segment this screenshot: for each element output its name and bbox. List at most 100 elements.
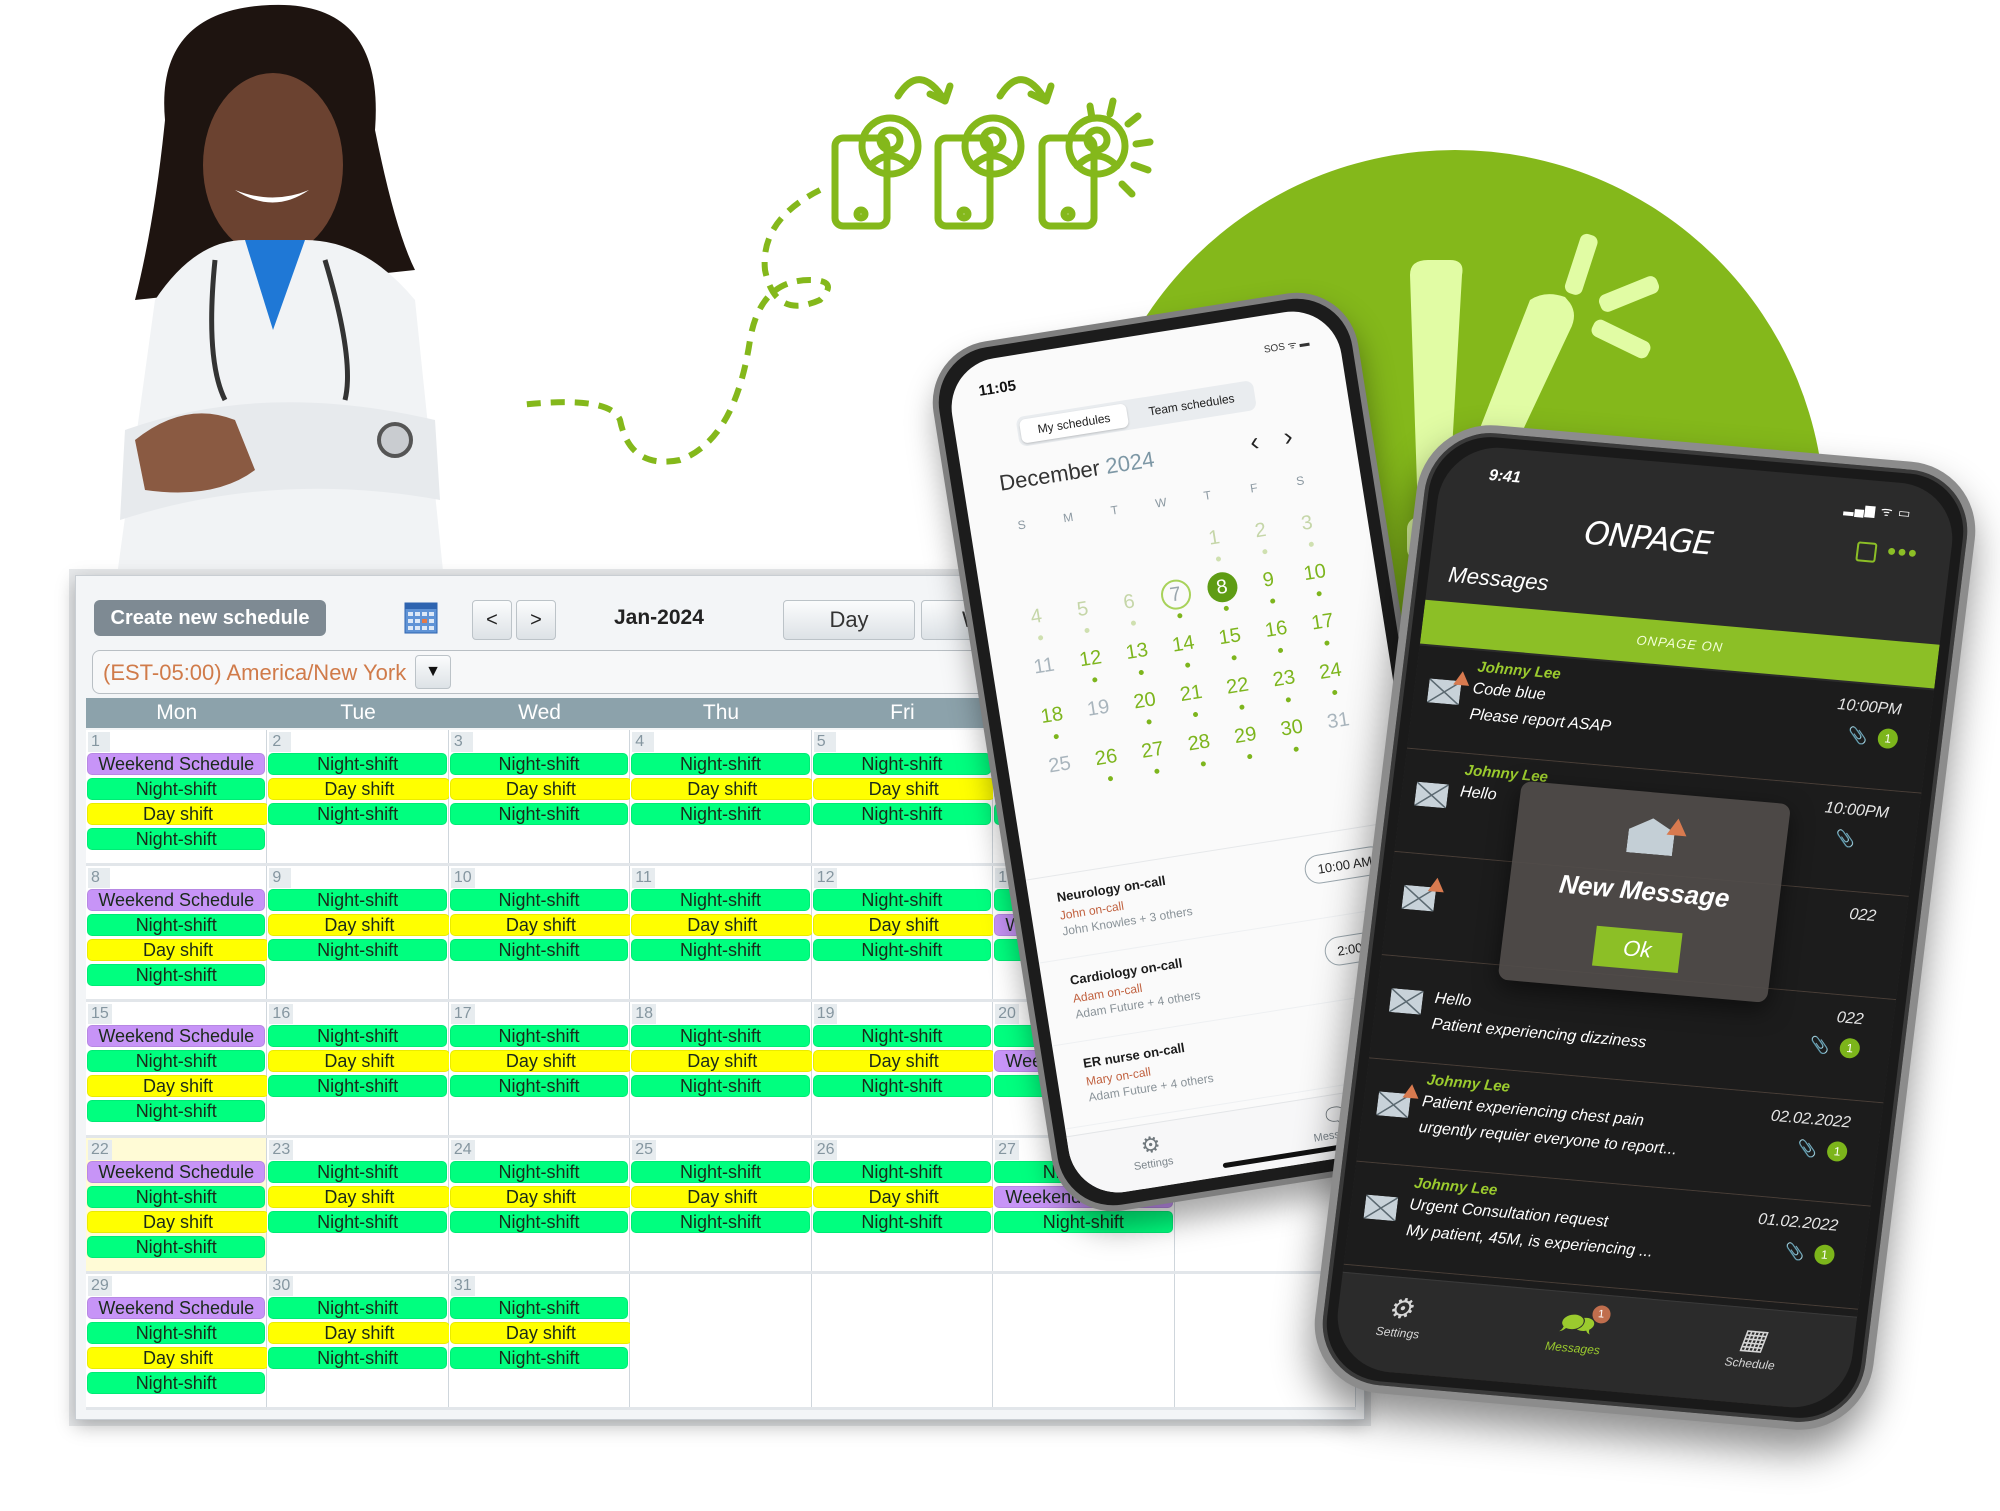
day-cell[interactable]: 23 Night-shift Day shift Night-shift bbox=[267, 1138, 451, 1271]
more-options-icon[interactable]: ••• bbox=[1886, 538, 1920, 569]
day-cell[interactable]: 15 Weekend Schedule Night-shift Day shift Ni… bbox=[86, 1002, 269, 1135]
night-shift-event[interactable]: Night-shift bbox=[87, 1372, 266, 1394]
day-cell[interactable]: 26 Night-shift Day shift Night-shift bbox=[811, 1138, 995, 1271]
night-shift-event[interactable]: Night-shift bbox=[268, 1161, 447, 1183]
day-cell[interactable]: 4 Night-shift Day shift Night-shift bbox=[630, 730, 814, 863]
day-shift-event[interactable]: Day shift bbox=[87, 1211, 269, 1233]
day-cell[interactable]: 11 Night-shift Day shift Night-shift bbox=[630, 866, 814, 999]
day-cell[interactable]: 3 Night-shift Day shift Night-shift bbox=[448, 730, 632, 863]
date-cell[interactable]: 1 bbox=[1188, 518, 1240, 562]
day-shift-event[interactable]: Day shift bbox=[812, 1186, 995, 1208]
tab-schedule[interactable]: ▦ Schedule bbox=[1724, 1321, 1780, 1373]
night-shift-event[interactable]: Night-shift bbox=[631, 889, 810, 911]
night-shift-event[interactable]: Night-shift bbox=[268, 1025, 447, 1047]
night-shift-event[interactable]: Night-shift bbox=[87, 1100, 266, 1122]
day-shift-event[interactable]: Day shift bbox=[268, 914, 451, 936]
day-cell[interactable]: 22 Weekend Schedule Night-shift Day shift Ni… bbox=[86, 1138, 269, 1271]
day-shift-event[interactable]: Day shift bbox=[631, 1050, 814, 1072]
chevron-right-icon[interactable]: › bbox=[1281, 421, 1294, 453]
night-shift-event[interactable]: Night-shift bbox=[87, 778, 266, 800]
day-shift-event[interactable]: Day shift bbox=[812, 778, 995, 800]
day-cell[interactable] bbox=[811, 1274, 994, 1407]
date-cell[interactable]: 23 bbox=[1258, 659, 1310, 703]
date-cell[interactable]: 15 bbox=[1204, 617, 1256, 661]
night-shift-event[interactable]: Night-shift bbox=[87, 1186, 266, 1208]
night-shift-event[interactable]: Night-shift bbox=[631, 803, 810, 825]
day-view-button[interactable]: Day bbox=[783, 600, 915, 640]
day-cell[interactable]: 8 Weekend Schedule Night-shift Day shift Nig… bbox=[86, 866, 269, 999]
day-cell[interactable]: 25 Night-shift Day shift Night-shift bbox=[630, 1138, 814, 1271]
night-shift-event[interactable]: Night-shift bbox=[268, 1297, 447, 1319]
day-cell[interactable] bbox=[993, 1274, 1175, 1407]
date-cell[interactable]: 16 bbox=[1250, 610, 1302, 654]
night-shift-event[interactable]: Night-shift bbox=[812, 889, 992, 911]
night-shift-event[interactable]: Night-shift bbox=[268, 1211, 447, 1233]
night-shift-event[interactable]: Night-shift bbox=[812, 1211, 992, 1233]
weekend-schedule-event[interactable]: Weekend Schedule bbox=[87, 889, 266, 911]
night-shift-event[interactable]: Night-shift bbox=[812, 753, 992, 775]
night-shift-event[interactable]: Night-shift bbox=[812, 803, 992, 825]
date-cell[interactable]: 10 bbox=[1289, 553, 1341, 597]
day-shift-event[interactable]: Day shift bbox=[87, 1075, 269, 1097]
day-shift-event[interactable]: Day shift bbox=[87, 939, 269, 961]
night-shift-event[interactable]: Night-shift bbox=[449, 753, 629, 775]
date-cell[interactable]: 4 bbox=[1011, 597, 1063, 641]
night-shift-event[interactable]: Night-shift bbox=[812, 939, 992, 961]
night-shift-event[interactable]: Night-shift bbox=[87, 828, 266, 850]
day-shift-event[interactable]: Day shift bbox=[268, 1322, 451, 1344]
date-cell[interactable]: 18 bbox=[1026, 696, 1078, 740]
ok-button[interactable]: Ok bbox=[1591, 925, 1683, 973]
day-cell[interactable]: 16 Night-shift Day shift Night-shift bbox=[267, 1002, 451, 1135]
date-cell[interactable]: 28 bbox=[1173, 723, 1225, 767]
day-shift-event[interactable]: Day shift bbox=[268, 1186, 451, 1208]
weekend-schedule-event[interactable]: Weekend Schedule bbox=[87, 1025, 266, 1047]
night-shift-event[interactable]: Night-shift bbox=[268, 939, 447, 961]
weekend-schedule-event[interactable]: Weekend Schedule bbox=[87, 1297, 266, 1319]
night-shift-event[interactable]: Night-shift bbox=[87, 1236, 266, 1258]
weekend-schedule-event[interactable]: Weekend Schedule bbox=[87, 753, 266, 775]
day-shift-event[interactable]: Day shift bbox=[631, 1186, 814, 1208]
night-shift-event[interactable]: Night-shift bbox=[268, 1347, 447, 1369]
night-shift-event[interactable]: Night-shift bbox=[631, 753, 810, 775]
day-cell[interactable]: 30 Night-shift Day shift Night-shift bbox=[267, 1274, 451, 1407]
date-cell[interactable]: 9 bbox=[1243, 560, 1295, 604]
date-cell[interactable]: 22 bbox=[1212, 667, 1264, 711]
date-cell[interactable]: 24 bbox=[1305, 652, 1357, 696]
previous-month-button[interactable]: < bbox=[472, 600, 512, 640]
night-shift-event[interactable]: Night-shift bbox=[631, 939, 810, 961]
tab-messages[interactable]: 🗪 1 Messages bbox=[1544, 1304, 1612, 1357]
date-cell[interactable]: 30 bbox=[1266, 709, 1318, 753]
day-cell[interactable]: 10 Night-shift Day shift Night-shift bbox=[448, 866, 632, 999]
night-shift-event[interactable]: Night-shift bbox=[268, 803, 447, 825]
date-cell[interactable]: 29 bbox=[1220, 716, 1272, 760]
night-shift-event[interactable]: Night-shift bbox=[449, 939, 629, 961]
day-cell[interactable] bbox=[630, 1274, 812, 1407]
night-shift-event[interactable]: Night-shift bbox=[631, 1025, 810, 1047]
day-shift-event[interactable]: Day shift bbox=[449, 778, 632, 800]
create-new-schedule-button[interactable]: Create new schedule bbox=[94, 600, 326, 636]
night-shift-event[interactable]: Night-shift bbox=[268, 889, 447, 911]
night-shift-event[interactable]: Night-shift bbox=[812, 1025, 992, 1047]
next-month-button[interactable]: > bbox=[516, 600, 556, 640]
date-cell[interactable]: 11 bbox=[1018, 647, 1070, 690]
tab-settings[interactable]: ⚙ Settings bbox=[1129, 1129, 1174, 1173]
date-cell[interactable]: 3 bbox=[1281, 504, 1333, 548]
day-cell[interactable]: 2 Night-shift Day shift Night-shift bbox=[267, 730, 451, 863]
date-cell[interactable]: 5 bbox=[1057, 590, 1109, 634]
night-shift-event[interactable]: Night-shift bbox=[268, 753, 447, 775]
night-shift-event[interactable]: Night-shift bbox=[449, 803, 629, 825]
date-cell[interactable]: 25 bbox=[1034, 745, 1086, 788]
day-shift-event[interactable]: Day shift bbox=[87, 803, 269, 825]
calendar-grid-icon[interactable] bbox=[404, 602, 438, 634]
day-shift-event[interactable]: Day shift bbox=[449, 1186, 632, 1208]
selected-date[interactable]: 8 bbox=[1196, 568, 1248, 612]
day-shift-event[interactable]: Day shift bbox=[631, 914, 814, 936]
date-cell[interactable]: 26 bbox=[1080, 738, 1132, 782]
date-cell[interactable]: 12 bbox=[1065, 639, 1117, 683]
night-shift-event[interactable]: Night-shift bbox=[631, 1211, 810, 1233]
night-shift-event[interactable]: Night-shift bbox=[87, 1322, 266, 1344]
day-shift-event[interactable]: Day shift bbox=[449, 1050, 632, 1072]
weekend-schedule-event[interactable]: Weekend Schedule bbox=[87, 1161, 266, 1183]
night-shift-event[interactable]: Night-shift bbox=[268, 1075, 447, 1097]
compose-icon[interactable] bbox=[1855, 541, 1878, 563]
